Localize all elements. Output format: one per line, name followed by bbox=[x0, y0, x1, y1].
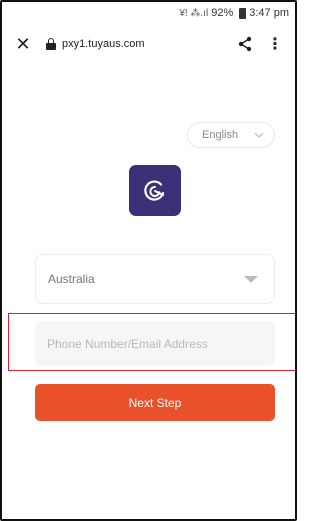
url-text: pxy1.tuyaus.com bbox=[62, 38, 145, 50]
next-step-button[interactable]: Next Step bbox=[35, 384, 275, 421]
clock: 3:47 pm bbox=[249, 7, 289, 19]
country-label: Australia bbox=[48, 272, 95, 286]
more-vertical-icon[interactable]: ⋮ bbox=[263, 32, 287, 56]
lock-icon bbox=[46, 38, 56, 50]
share-icon[interactable] bbox=[233, 32, 257, 56]
phone-screen: ¥! ⁂.ıl 92% 3:47 pm ✕ pxy1.tuyaus.com ⋮ … bbox=[0, 0, 297, 521]
close-icon[interactable]: ✕ bbox=[12, 34, 34, 55]
signal-icons: ¥! ⁂.ıl bbox=[179, 7, 209, 19]
battery-percent: 92% bbox=[211, 7, 234, 19]
language-label: English bbox=[202, 129, 239, 141]
caret-down-icon bbox=[244, 276, 258, 283]
country-selector[interactable]: Australia bbox=[35, 254, 275, 304]
smart-life-logo-icon bbox=[129, 165, 181, 216]
browser-toolbar: ✕ pxy1.tuyaus.com ⋮ bbox=[2, 24, 295, 64]
status-bar: ¥! ⁂.ıl 92% 3:47 pm bbox=[2, 2, 295, 24]
language-selector[interactable]: English bbox=[187, 122, 275, 148]
address-bar[interactable]: pxy1.tuyaus.com bbox=[46, 38, 233, 50]
chevron-down-icon bbox=[254, 130, 264, 142]
battery-icon bbox=[239, 7, 247, 19]
phone-email-input[interactable] bbox=[35, 321, 275, 366]
